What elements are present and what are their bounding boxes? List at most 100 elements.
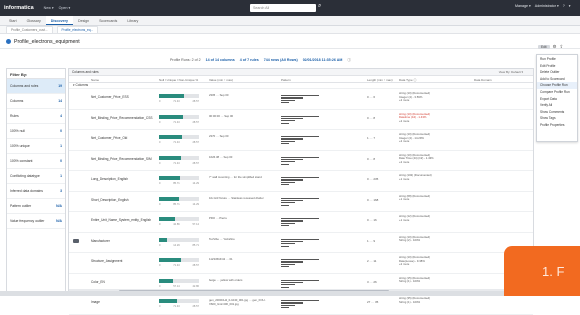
pattern-sparkline[interactable] bbox=[281, 156, 319, 167]
column-name[interactable]: Net_Customer_Price_ESS bbox=[91, 95, 129, 99]
help-icon[interactable]: ? bbox=[563, 4, 565, 8]
new-menu[interactable]: New ▾ bbox=[44, 6, 54, 10]
menu-verify-all[interactable]: Verify All bbox=[537, 102, 577, 109]
column-name[interactable]: Structure_Assignment bbox=[91, 259, 122, 263]
subtab-profile-customers[interactable]: Profile_Customers_cust... bbox=[6, 25, 53, 34]
pattern-sparkline[interactable] bbox=[281, 238, 319, 249]
menu-choose-profile-run[interactable]: Choose Profile Run bbox=[537, 82, 577, 89]
column-name[interactable]: Entire_Unit_Name_System_entity_English bbox=[91, 218, 151, 222]
menu-delete-outlier[interactable]: Delete Outlier bbox=[537, 69, 577, 76]
header-value[interactable]: Value (min ↑ max) bbox=[209, 78, 233, 82]
filter-item[interactable]: 100% constant 0 bbox=[7, 154, 65, 169]
tab-library[interactable]: Library bbox=[122, 16, 143, 25]
column-name[interactable]: Net_Customer_Price_Old bbox=[91, 136, 127, 140]
header-null-unique[interactable]: Null / Unique / Non-Unique % bbox=[159, 78, 198, 82]
gear-icon[interactable]: ⚙ bbox=[553, 44, 557, 50]
pattern-bar bbox=[281, 97, 303, 99]
table-row[interactable]: Net_Customer_Price_ESS 0 71.43 28.57 2305 ··… bbox=[69, 89, 533, 110]
summary-rules[interactable]: 4 of 7 rules bbox=[240, 58, 259, 63]
pattern-sparkline[interactable] bbox=[281, 197, 319, 208]
column-name[interactable]: Short_Description_English bbox=[91, 198, 129, 202]
filter-item[interactable]: Pattern outlier N/A bbox=[7, 199, 65, 214]
info-icon[interactable]: ⓘ bbox=[347, 58, 351, 63]
column-name[interactable]: Net_Binding_Price_Recommendation_SIM bbox=[91, 157, 152, 161]
pattern-bar bbox=[281, 266, 289, 268]
pattern-sparkline[interactable] bbox=[281, 115, 319, 126]
menu-run-profile[interactable]: Run Profile bbox=[537, 56, 577, 63]
filter-item[interactable]: Value frequency outlier N/A bbox=[7, 214, 65, 229]
pattern-sparkline[interactable] bbox=[281, 218, 319, 228]
data-type-entry[interactable]: +2 more bbox=[399, 140, 459, 144]
pattern-sparkline[interactable] bbox=[281, 177, 319, 187]
column-name[interactable]: Color_EN bbox=[91, 280, 105, 284]
column-name[interactable]: Net_Binding_Price_Recommendation_CSS bbox=[91, 116, 152, 120]
menu-profile-properties[interactable]: Profile Properties bbox=[537, 122, 577, 129]
subtab-profile-electrons[interactable]: Profile_electrons_eq... bbox=[56, 25, 99, 34]
column-name[interactable]: Long_Description_English bbox=[91, 177, 128, 181]
data-type-entry[interactable]: +2 more bbox=[399, 119, 459, 124]
menu-show-tags[interactable]: Show Tags bbox=[537, 115, 577, 122]
header-length[interactable]: Length (min ↑ max) bbox=[367, 78, 393, 82]
column-name[interactable]: Image bbox=[91, 300, 100, 304]
value-range: 10x Hi3 fixture ··· Stainless recessed d… bbox=[209, 195, 264, 200]
edit-pill-button[interactable]: Edit bbox=[538, 45, 550, 49]
pattern-sparkline[interactable] bbox=[281, 300, 319, 310]
filter-item[interactable]: Columns and rules 19 bbox=[7, 79, 65, 94]
tab-design[interactable]: Design bbox=[73, 16, 94, 25]
menu-add-to-scorecard[interactable]: Add to Scorecard bbox=[537, 76, 577, 83]
table-row[interactable]: Structure_Assignment 0 71.43 28.57 11234516/… bbox=[69, 253, 533, 274]
user-menu[interactable]: Administrator ▾ bbox=[535, 4, 559, 8]
length-range: 0 ··· 168 bbox=[367, 197, 379, 202]
pattern-sparkline[interactable] bbox=[281, 259, 319, 269]
menu-edit-profile[interactable]: Edit Profile bbox=[537, 63, 577, 70]
table-row[interactable]: Net_Binding_Price_Recommendation_SIM 0 71.… bbox=[69, 151, 533, 171]
header-data-domain[interactable]: Data Domain bbox=[474, 78, 492, 82]
pattern-sparkline[interactable] bbox=[281, 95, 319, 105]
bar-percentage: 0 bbox=[159, 202, 161, 206]
data-type-entry[interactable]: +2 more bbox=[399, 99, 459, 103]
filter-item[interactable]: Rules 4 bbox=[7, 109, 65, 124]
data-type-entry[interactable]: +2 more bbox=[399, 160, 459, 165]
header-name[interactable]: Name bbox=[91, 78, 99, 82]
filter-item[interactable]: Conflicting datatype 1 bbox=[7, 169, 65, 184]
menu-export-data[interactable]: Export Data bbox=[537, 96, 577, 103]
data-type-entry[interactable]: +1 more bbox=[399, 197, 459, 202]
tab-scorecards[interactable]: Scorecards bbox=[94, 16, 122, 25]
share-icon[interactable]: ⇪ bbox=[560, 44, 564, 50]
filter-item[interactable]: 100% unique 1 bbox=[7, 139, 65, 154]
more-menu[interactable]: ▾ bbox=[569, 4, 571, 8]
header-data-type[interactable]: Data Type ⓘ bbox=[399, 78, 416, 82]
table-row[interactable]: Net_Customer_Price_Old 0 71.43 28.57 2370 ··… bbox=[69, 130, 533, 151]
table-row[interactable]: Image 0 71.43 28.57 gen_2000CH4_0-1040_001.j… bbox=[69, 294, 533, 315]
tab-glossary[interactable]: Glossary bbox=[22, 16, 46, 25]
header-pattern[interactable]: Pattern bbox=[281, 78, 291, 82]
view-by-select[interactable]: View By: Default ▾ bbox=[499, 70, 523, 74]
data-type-entry[interactable]: +1 more bbox=[399, 218, 459, 223]
tab-start[interactable]: Start bbox=[4, 16, 22, 25]
tab-discovery[interactable]: Discovery bbox=[45, 16, 73, 25]
table-row[interactable]: Entire_Unit_Name_System_entity_English 0 4… bbox=[69, 212, 533, 233]
filter-item[interactable]: Inferred data domains 3 bbox=[7, 184, 65, 199]
data-type-entry[interactable]: +1 more bbox=[399, 177, 459, 182]
global-search-input[interactable]: Search All bbox=[250, 4, 316, 12]
summary-columns[interactable]: 14 of 14 columns bbox=[206, 58, 235, 63]
table-row[interactable]: Manufacturer 0 14.29 85.71 TecVibe ··· Yorks… bbox=[69, 233, 533, 253]
table-row[interactable]: Net_Binding_Price_Recommendation_CSS 0 71.… bbox=[69, 110, 533, 130]
column-name[interactable]: Manufacturer bbox=[91, 239, 110, 243]
filter-item[interactable]: Columns 14 bbox=[7, 94, 65, 109]
manage-menu[interactable]: Manage ▾ bbox=[515, 4, 531, 8]
search-icon[interactable]: ⌕ bbox=[318, 3, 321, 10]
pattern-sparkline[interactable] bbox=[281, 136, 319, 146]
table-row[interactable]: Long_Description_English 0 85.71 14.29 7" wa… bbox=[69, 171, 533, 192]
menu-show-comments[interactable]: Show Comments bbox=[537, 109, 577, 116]
table-row[interactable]: Short_Description_English 0 85.71 14.29 10x … bbox=[69, 192, 533, 212]
bar-percentage: 0 bbox=[159, 182, 161, 185]
pattern-sparkline[interactable] bbox=[281, 279, 319, 290]
filter-item[interactable]: 100% null 0 bbox=[7, 124, 65, 139]
bar-percentage: 71.43 bbox=[173, 120, 180, 124]
unique-bar-fill bbox=[159, 258, 181, 262]
open-menu[interactable]: Open ▾ bbox=[59, 6, 71, 10]
menu-compare-profile-run[interactable]: Compare Profile Run bbox=[537, 89, 577, 96]
data-type-entry[interactable]: +2 more bbox=[399, 263, 459, 267]
pattern-bar bbox=[281, 95, 319, 97]
